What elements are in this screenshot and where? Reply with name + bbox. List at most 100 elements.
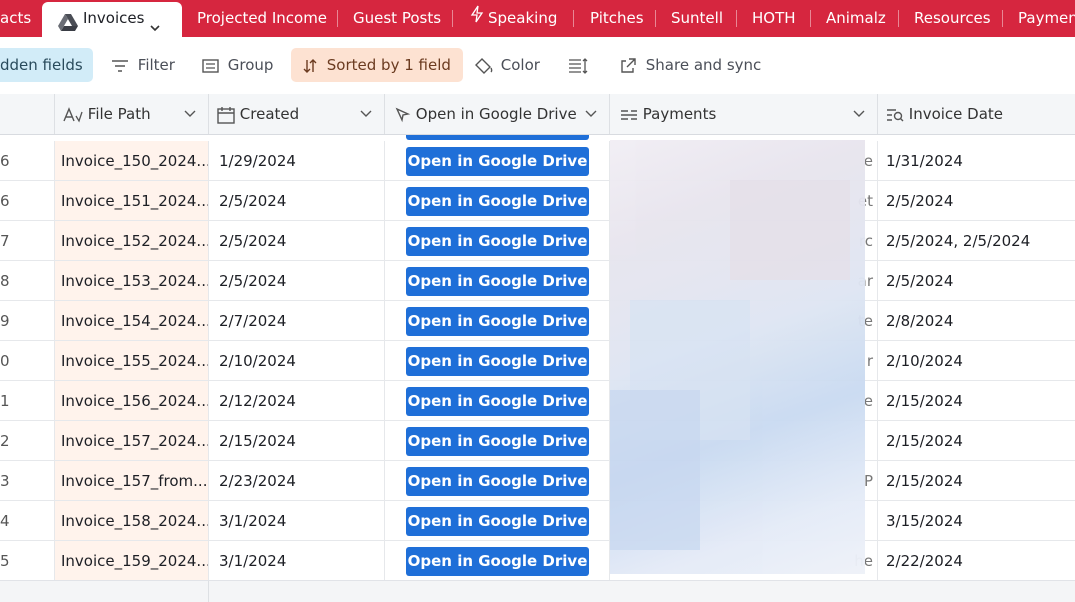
table-row[interactable]: 6 Invoice_150_2024... 1/29/2024 Open in Goo… xyxy=(0,141,1075,181)
google-drive-icon xyxy=(58,10,78,37)
tab-suntell[interactable]: Suntell xyxy=(671,0,723,37)
invoice-date-cell[interactable]: 1/31/2024 xyxy=(878,141,1075,180)
created-cell[interactable]: 2/5/2024 xyxy=(209,221,385,260)
created-cell[interactable]: 2/12/2024 xyxy=(209,381,385,420)
filter-button[interactable]: Filter xyxy=(111,48,175,82)
table-row[interactable]: 4 Invoice_158_2024... 3/1/2024 Open in Goog… xyxy=(0,501,1075,541)
invoice-date-cell[interactable]: 2/10/2024 xyxy=(878,341,1075,380)
share-sync-button[interactable]: Share and sync xyxy=(620,48,761,82)
invoice-date-cell[interactable]: 2/5/2024 xyxy=(878,261,1075,300)
chevron-down-icon[interactable] xyxy=(360,94,372,134)
tab-invoices[interactable]: Invoices xyxy=(42,2,182,37)
file-path-cell[interactable]: Invoice_156_2024... xyxy=(55,381,209,420)
open-in-google-drive-button[interactable]: Open in Google Drive xyxy=(406,267,589,296)
table-row[interactable]: 0 Invoice_155_2024... 2/10/2024 Open in Goo… xyxy=(0,341,1075,381)
column-header-payments[interactable]: Payments xyxy=(610,94,878,134)
tab-projected-income[interactable]: Projected Income xyxy=(197,0,327,37)
tab-label: Pitches xyxy=(590,9,644,27)
tab-hoth[interactable]: HOTH xyxy=(752,0,796,37)
created-cell[interactable]: 1/29/2024 xyxy=(209,141,385,180)
table-row[interactable]: 7 Invoice_152_2024... 2/5/2024 Open in Goog… xyxy=(0,221,1075,261)
row-number: 9 xyxy=(0,301,55,340)
created-cell[interactable]: 3/1/2024 xyxy=(209,541,385,580)
column-header-created[interactable]: Created xyxy=(209,94,385,134)
tab-label: HOTH xyxy=(752,9,796,27)
created-cell[interactable]: 2/5/2024 xyxy=(209,261,385,300)
tab-contacts[interactable]: acts xyxy=(0,0,31,37)
open-in-google-drive-button[interactable]: Open in Google Drive xyxy=(406,387,589,416)
open-in-google-drive-button[interactable]: Open in Google Drive xyxy=(406,467,589,496)
linked-record-icon xyxy=(620,105,638,123)
invoice-date-cell[interactable]: 2/5/2024 xyxy=(878,181,1075,220)
created-cell[interactable]: 2/7/2024 xyxy=(209,301,385,340)
column-header-file-path[interactable]: File Path xyxy=(55,94,209,134)
file-path-cell[interactable]: Invoice_154_2024... xyxy=(55,301,209,340)
sort-button[interactable]: Sorted by 1 field xyxy=(291,48,463,82)
tab-guest-posts[interactable]: Guest Posts xyxy=(353,0,441,37)
column-label: Open in Google Drive xyxy=(415,105,577,123)
created-cell[interactable]: 2/10/2024 xyxy=(209,341,385,380)
file-path-cell[interactable]: Invoice_157_2024... xyxy=(55,421,209,460)
invoice-date-cell[interactable]: 2/22/2024 xyxy=(878,541,1075,580)
created-cell[interactable]: 2/23/2024 xyxy=(209,461,385,500)
file-path-cell[interactable]: Invoice_153_2024... xyxy=(55,261,209,300)
redacted-payments-region xyxy=(610,140,865,574)
file-path-cell[interactable]: Invoice_157_from... xyxy=(55,461,209,500)
invoice-date-cell[interactable]: 2/15/2024 xyxy=(878,381,1075,420)
open-in-google-drive-button[interactable]: Open in Google Drive xyxy=(406,427,589,456)
open-in-google-drive-button[interactable]: Open in Google Drive xyxy=(406,307,589,336)
grid-header: File Path Created Open in Google Drive P… xyxy=(0,94,1075,135)
tab-animalz[interactable]: Animalz xyxy=(826,0,886,37)
row-number: 6 xyxy=(0,141,55,180)
table-row[interactable]: 2 Invoice_157_2024... 2/15/2024 Open in Goo… xyxy=(0,421,1075,461)
open-in-google-drive-button[interactable]: Open in Google Drive xyxy=(406,347,589,376)
tab-pitches[interactable]: Pitches xyxy=(590,0,644,37)
table-row[interactable]: 3 Invoice_157_from... 2/23/2024 Open in Goo… xyxy=(0,461,1075,501)
tab-bar: acts Invoices Projected Income Guest Pos… xyxy=(0,0,1075,37)
hidden-fields-button[interactable]: dden fields xyxy=(0,48,93,82)
color-button[interactable]: Color xyxy=(474,48,540,82)
open-in-google-drive-button[interactable]: Open in Google Drive xyxy=(406,227,589,256)
chevron-down-icon[interactable] xyxy=(184,94,196,134)
open-in-google-drive-button[interactable]: Open in Google Drive xyxy=(406,147,589,176)
created-cell[interactable]: 2/5/2024 xyxy=(209,181,385,220)
row-number: 6 xyxy=(0,181,55,220)
file-path-cell[interactable]: Invoice_155_2024... xyxy=(55,341,209,380)
file-path-cell[interactable]: Invoice_152_2024... xyxy=(55,221,209,260)
chevron-down-icon[interactable] xyxy=(149,13,161,37)
row-height-button[interactable] xyxy=(568,48,588,82)
created-cell[interactable]: 2/15/2024 xyxy=(209,421,385,460)
file-path-cell[interactable]: Invoice_158_2024... xyxy=(55,501,209,540)
invoice-date-cell[interactable]: 2/15/2024 xyxy=(878,461,1075,500)
invoice-date-cell[interactable]: 3/15/2024 xyxy=(878,501,1075,540)
table-row[interactable]: 6 Invoice_151_2024... 2/5/2024 Open in Goog… xyxy=(0,181,1075,221)
invoice-date-cell[interactable]: 2/8/2024 xyxy=(878,301,1075,340)
blur-block xyxy=(730,180,850,280)
filter-label: Filter xyxy=(137,56,175,74)
lightning-icon xyxy=(470,0,484,37)
file-path-cell[interactable]: Invoice_151_2024... xyxy=(55,181,209,220)
invoice-date-cell[interactable]: 2/5/2024, 2/5/2024 xyxy=(878,221,1075,260)
table-row[interactable]: 9 Invoice_154_2024... 2/7/2024 Open in Goog… xyxy=(0,301,1075,341)
tab-payments[interactable]: Paymen xyxy=(1018,0,1075,37)
table-row[interactable]: 8 Invoice_153_2024... 2/5/2024 Open in Goog… xyxy=(0,261,1075,301)
chevron-down-icon[interactable] xyxy=(585,94,597,134)
column-header-invoice-date[interactable]: Invoice Date xyxy=(878,94,1075,134)
group-button[interactable]: Group xyxy=(202,48,273,82)
open-in-google-drive-button[interactable]: Open in Google Drive xyxy=(406,547,589,576)
tab-label: Speaking xyxy=(488,9,558,27)
open-drive-cell: Open in Google Drive xyxy=(385,421,610,460)
tab-label: Projected Income xyxy=(197,9,328,27)
created-cell[interactable]: 3/1/2024 xyxy=(209,501,385,540)
table-row[interactable]: 5 Invoice_159_2024... 3/1/2024 Open in Goog… xyxy=(0,541,1075,581)
chevron-down-icon[interactable] xyxy=(853,94,865,134)
tab-resources[interactable]: Resources xyxy=(914,0,991,37)
tab-speaking[interactable]: Speaking xyxy=(470,0,557,37)
column-header-open-in-drive[interactable]: Open in Google Drive xyxy=(385,94,610,134)
open-in-google-drive-button[interactable]: Open in Google Drive xyxy=(406,507,589,536)
table-row[interactable]: 1 Invoice_156_2024... 2/12/2024 Open in Goo… xyxy=(0,381,1075,421)
open-in-google-drive-button[interactable]: Open in Google Drive xyxy=(406,187,589,216)
file-path-cell[interactable]: Invoice_150_2024... xyxy=(55,141,209,180)
file-path-cell[interactable]: Invoice_159_2024... xyxy=(55,541,209,580)
invoice-date-cell[interactable]: 2/15/2024 xyxy=(878,421,1075,460)
